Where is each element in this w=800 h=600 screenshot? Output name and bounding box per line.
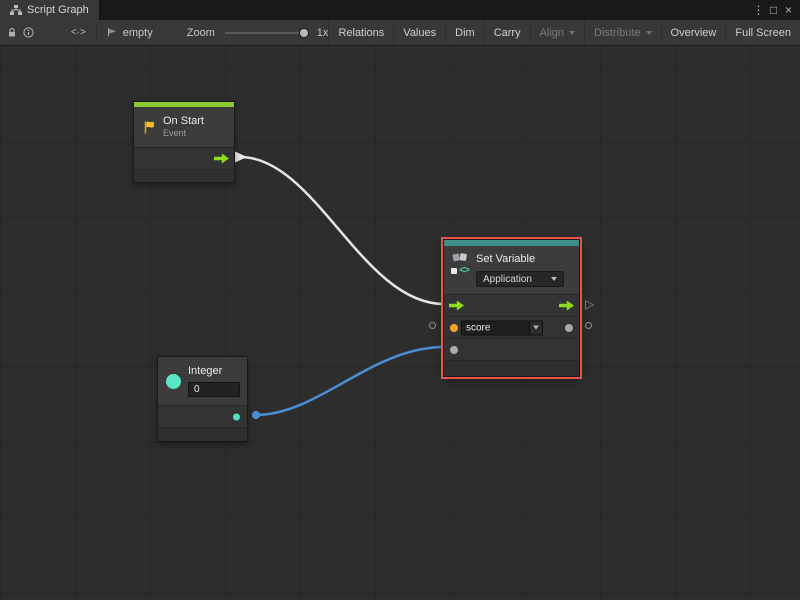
graph-toolbar: <·> empty Zoom 1x Relations Values Dim C… [0,20,800,46]
graph-icon [10,5,22,15]
wire-value-start-dot [252,411,260,419]
name-port-row: score [444,316,579,338]
wire-flow-arrow-icon [234,151,247,163]
full-screen-label: Full Screen [735,27,791,39]
dim-button[interactable]: Dim [445,20,484,45]
graph-name-indicator: empty [107,27,153,39]
node-integer[interactable]: Integer 0 [157,356,248,442]
zoom-slider-knob[interactable] [299,28,309,38]
flow-output-port[interactable] [214,154,229,164]
wire-flow[interactable] [240,157,444,304]
zoom-value: 1x [317,27,329,39]
carry-label: Carry [494,27,521,39]
dim-label: Dim [455,27,475,39]
values-label: Values [403,27,436,39]
integer-port-row [158,405,247,427]
wire-value[interactable] [256,347,444,415]
close-icon[interactable]: × [781,0,796,20]
name-input-port[interactable] [450,324,458,332]
node-footer [158,427,247,441]
set-variable-header: <> Set Variable Application [444,246,579,294]
on-start-port-row [134,147,234,169]
align-label: Align [540,27,564,39]
node-set-variable[interactable]: <> Set Variable Application score [443,239,580,377]
title-bar: Script Graph ⋮ □ × [0,0,800,20]
code-glyph-text: <> [459,266,469,276]
graph-name-label: empty [123,27,153,39]
full-screen-button[interactable]: Full Screen [725,20,800,45]
node-title: Set Variable [476,253,564,266]
on-start-header: On Start Event [134,107,234,147]
empty-flag-icon [107,27,118,38]
value-output-port[interactable] [565,324,573,332]
variable-name-field[interactable]: score [461,320,543,335]
zoom-slider[interactable] [225,32,309,34]
node-title: Integer [188,365,240,378]
tab-title: Script Graph [27,4,89,16]
input-stub-icon [429,322,436,329]
integer-icon [166,374,181,389]
relations-button[interactable]: Relations [328,20,393,45]
variables-icon [452,252,468,263]
connection-wires [0,46,800,600]
output-stub-icon [585,322,592,329]
flow-output-port[interactable] [559,301,574,311]
flag-icon [142,120,157,135]
chevron-down-icon [533,326,539,330]
script-graph-window: Script Graph ⋮ □ × <·> [0,0,800,600]
relations-label: Relations [338,27,384,39]
flow-output-stub-icon: ▷ [585,298,594,310]
info-icon[interactable] [20,24,36,42]
flow-port-row [444,294,579,316]
toolbar-buttons: Relations Values Dim Carry Align Distrib… [328,20,800,45]
chevron-down-icon [551,277,557,281]
graph-canvas[interactable]: On Start Event <> S [0,46,800,600]
chevron-down-icon [646,31,652,35]
variable-scope-dropdown[interactable]: Application [476,271,564,287]
maximize-icon[interactable]: □ [766,0,781,20]
distribute-button[interactable]: Distribute [584,20,660,45]
flow-input-port[interactable] [449,301,464,311]
code-icon: <> [451,266,469,276]
zoom-label: Zoom [187,27,215,39]
node-on-start[interactable]: On Start Event [133,101,235,183]
values-button[interactable]: Values [393,20,445,45]
tab-script-graph[interactable]: Script Graph [0,0,100,20]
value-input-port[interactable] [450,346,458,354]
value-port-row [444,338,579,360]
window-controls: ⋮ □ × [751,0,800,20]
node-subtitle: Event [163,128,204,139]
distribute-label: Distribute [594,27,640,39]
overview-button[interactable]: Overview [661,20,726,45]
carry-button[interactable]: Carry [484,20,530,45]
toolbar-divider [96,25,97,40]
integer-header: Integer 0 [158,357,247,405]
chevron-down-icon [569,31,575,35]
overview-label: Overview [671,27,717,39]
variable-name-value: score [462,321,529,334]
menu-icon[interactable]: ⋮ [751,0,766,20]
node-footer [444,360,579,376]
integer-value-field[interactable]: 0 [188,382,240,397]
node-footer [134,169,234,182]
variable-name-dropdown-button[interactable] [529,321,542,334]
node-title: On Start [163,115,204,128]
integer-output-port[interactable] [233,413,240,420]
code-toggle-icon[interactable]: <·> [71,27,86,38]
align-button[interactable]: Align [530,20,584,45]
scope-value: Application [483,274,532,285]
lock-icon[interactable] [4,24,20,42]
